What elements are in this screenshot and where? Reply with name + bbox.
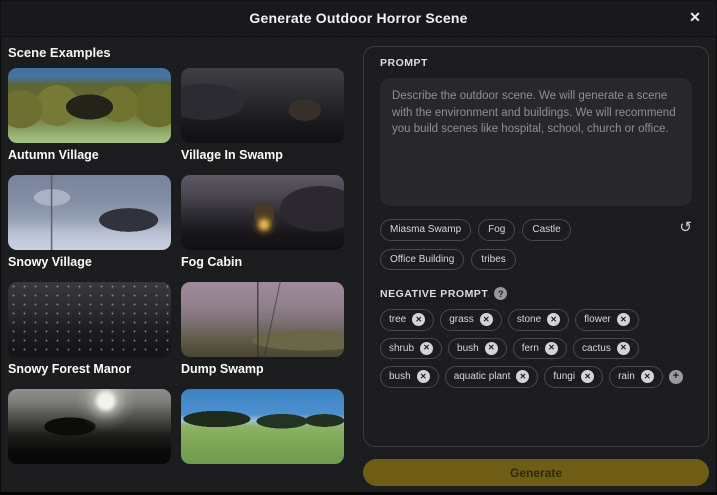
scene-card-green-field[interactable] [181, 389, 344, 484]
negative-tag: fern ✕ [513, 338, 567, 360]
negative-tag-label: aquatic plant [454, 370, 511, 384]
negative-tag-label: rain [618, 370, 635, 384]
refresh-suggestions-button[interactable]: ↺ [679, 220, 692, 235]
negative-tag: flower ✕ [575, 309, 639, 331]
scene-examples-heading: Scene Examples [8, 45, 354, 60]
remove-tag-icon[interactable]: ✕ [617, 342, 630, 355]
scene-label: Snowy Forest Manor [8, 362, 171, 377]
negative-tag: tree ✕ [380, 309, 434, 331]
scene-thumbnail[interactable] [8, 175, 171, 250]
negative-tag: stone ✕ [508, 309, 569, 331]
scene-card-snowy-village[interactable]: Snowy Village [8, 175, 171, 270]
dialog-body: Scene Examples Autumn Village Village In… [0, 37, 717, 486]
prompt-label: PROMPT [380, 57, 692, 69]
dialog-header: Generate Outdoor Horror Scene ✕ [0, 0, 717, 37]
negative-prompt-label: NEGATIVE PROMPT [380, 288, 488, 300]
negative-tag: bush ✕ [380, 366, 439, 388]
remove-tag-icon[interactable]: ✕ [545, 342, 558, 355]
negative-tag-label: bush [389, 370, 411, 384]
remove-tag-icon[interactable]: ✕ [581, 370, 594, 383]
close-icon: ✕ [689, 9, 701, 26]
scene-grid: Autumn Village Village In Swamp Snowy Vi… [8, 68, 354, 484]
scene-label: Village In Swamp [181, 148, 344, 163]
negative-tag-label: tree [389, 313, 406, 327]
refresh-icon: ↺ [679, 219, 692, 236]
remove-tag-icon[interactable]: ✕ [412, 313, 425, 326]
page-title: Generate Outdoor Horror Scene [249, 10, 467, 26]
remove-tag-icon[interactable]: ✕ [547, 313, 560, 326]
prompt-textarea[interactable] [380, 78, 692, 206]
scene-label [8, 469, 171, 484]
close-button[interactable]: ✕ [683, 5, 707, 29]
negative-tag: bush ✕ [448, 338, 507, 360]
scene-card-autumn-village[interactable]: Autumn Village [8, 68, 171, 163]
prompt-suggestion-chip[interactable]: Fog [478, 219, 515, 241]
negative-tag: rain ✕ [609, 366, 663, 388]
negative-tag: grass ✕ [440, 309, 501, 331]
remove-tag-icon[interactable]: ✕ [485, 342, 498, 355]
scene-thumbnail[interactable] [181, 68, 344, 143]
remove-tag-icon[interactable]: ✕ [516, 370, 529, 383]
scene-card-dump-swamp[interactable]: Dump Swamp [181, 282, 344, 377]
scene-card-snowy-forest-manor[interactable]: Snowy Forest Manor [8, 282, 171, 377]
prompt-panel: PROMPT Miasma Swamp Fog Castle Office Bu… [363, 46, 709, 447]
scene-thumbnail[interactable] [8, 389, 171, 464]
prompt-suggestions: Miasma Swamp Fog Castle Office Building … [380, 219, 692, 270]
add-tag-button[interactable]: + [669, 370, 683, 384]
plus-icon: + [673, 371, 679, 382]
prompt-suggestion-chip[interactable]: Miasma Swamp [380, 219, 471, 241]
negative-tag-label: shrub [389, 342, 414, 356]
prompt-section: PROMPT Miasma Swamp Fog Castle Office Bu… [363, 37, 709, 486]
scene-card-village-in-swamp[interactable]: Village In Swamp [181, 68, 344, 163]
negative-prompt-header: NEGATIVE PROMPT ? [380, 287, 692, 300]
scene-label [181, 469, 344, 484]
help-icon[interactable]: ? [494, 287, 507, 300]
scene-label: Autumn Village [8, 148, 171, 163]
negative-tag-label: bush [457, 342, 479, 356]
generate-button[interactable]: Generate [363, 459, 709, 486]
negative-tag: fungi ✕ [544, 366, 603, 388]
scene-card-night-manor[interactable] [8, 389, 171, 484]
negative-tags: tree ✕ grass ✕ stone ✕ flower ✕ shrub [380, 309, 692, 388]
scene-label: Dump Swamp [181, 362, 344, 377]
scene-thumbnail[interactable] [8, 68, 171, 143]
scene-examples-section: Scene Examples Autumn Village Village In… [8, 37, 354, 486]
prompt-suggestion-chip[interactable]: Office Building [380, 249, 464, 271]
negative-tag-label: fungi [553, 370, 575, 384]
scene-label: Fog Cabin [181, 255, 344, 270]
scene-label: Snowy Village [8, 255, 171, 270]
remove-tag-icon[interactable]: ✕ [420, 342, 433, 355]
remove-tag-icon[interactable]: ✕ [617, 313, 630, 326]
scene-card-fog-cabin[interactable]: Fog Cabin [181, 175, 344, 270]
negative-tag-label: cactus [582, 342, 611, 356]
remove-tag-icon[interactable]: ✕ [417, 370, 430, 383]
scene-thumbnail[interactable] [181, 282, 344, 357]
negative-tag: shrub ✕ [380, 338, 442, 360]
scene-thumbnail[interactable] [8, 282, 171, 357]
scene-thumbnail[interactable] [181, 175, 344, 250]
scene-thumbnail[interactable] [181, 389, 344, 464]
remove-tag-icon[interactable]: ✕ [641, 370, 654, 383]
negative-tag: cactus ✕ [573, 338, 639, 360]
remove-tag-icon[interactable]: ✕ [480, 313, 493, 326]
negative-tag-label: fern [522, 342, 539, 356]
prompt-suggestion-chip[interactable]: tribes [471, 249, 515, 271]
negative-tag-label: grass [449, 313, 473, 327]
negative-tag: aquatic plant ✕ [445, 366, 539, 388]
negative-tag-label: flower [584, 313, 611, 327]
negative-tag-label: stone [517, 313, 541, 327]
prompt-suggestion-chip[interactable]: Castle [522, 219, 570, 241]
